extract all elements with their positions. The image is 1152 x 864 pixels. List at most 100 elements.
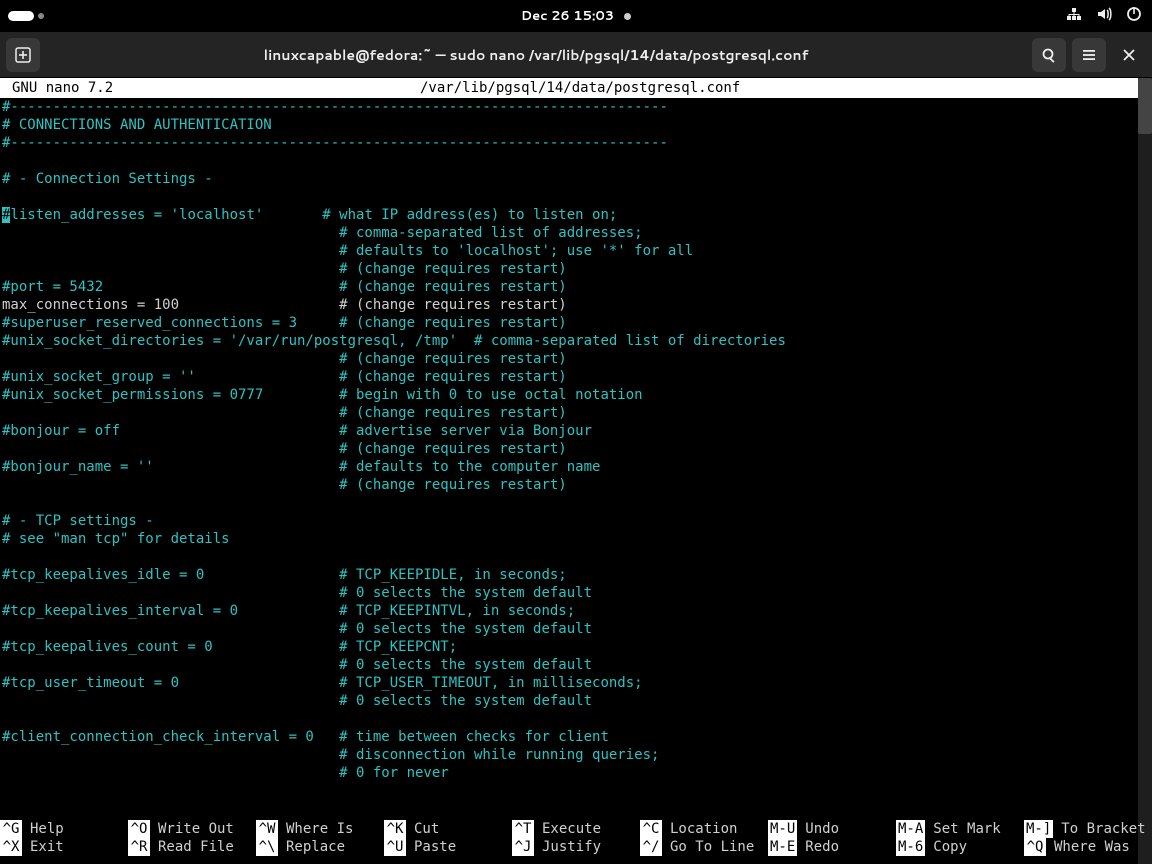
- editor-line: # - Connection Settings -: [2, 170, 1150, 188]
- power-icon[interactable]: [1126, 6, 1142, 27]
- editor-line: #bonjour = off # advertise server via Bo…: [2, 422, 1150, 440]
- shortcut-item: M-6 Copy: [896, 838, 1024, 856]
- shortcut-label: Exit: [30, 838, 64, 856]
- shortcut-key: ^C: [640, 820, 662, 838]
- shortcut-key: ^K: [384, 820, 406, 838]
- clock[interactable]: Dec 26 15:03: [521, 7, 614, 25]
- editor-line: #tcp_keepalives_count = 0 # TCP_KEEPCNT;: [2, 638, 1150, 656]
- shortcut-item: ^K Cut: [384, 820, 512, 838]
- shortcut-label: Paste: [414, 838, 456, 856]
- shortcut-label: Replace: [286, 838, 345, 856]
- editor-line: [2, 494, 1150, 512]
- editor-line: # (change requires restart): [2, 260, 1150, 278]
- editor-line: # (change requires restart): [2, 350, 1150, 368]
- editor-line: #unix_socket_group = '' # (change requir…: [2, 368, 1150, 386]
- shortcut-item: ^O Write Out: [128, 820, 256, 838]
- editor-line: #tcp_keepalives_interval = 0 # TCP_KEEPI…: [2, 602, 1150, 620]
- shortcut-item: ^GHelp: [0, 820, 128, 838]
- editor-line: #superuser_reserved_connections = 3 # (c…: [2, 314, 1150, 332]
- shortcut-item: ^W Where Is: [256, 820, 384, 838]
- scrollbar-thumb[interactable]: [1138, 78, 1152, 134]
- shortcut-key: ^T: [512, 820, 534, 838]
- editor-line: [2, 152, 1150, 170]
- scrollbar[interactable]: [1138, 78, 1152, 864]
- shortcut-item: ^/Go To Line: [640, 838, 768, 856]
- nano-file-path: /var/lib/pgsql/14/data/postgresql.conf: [420, 78, 1152, 98]
- workspace-dot: [38, 13, 44, 19]
- editor-line: # 0 selects the system default: [2, 584, 1150, 602]
- editor-line: # 0 for never: [2, 764, 1150, 782]
- editor-line: #tcp_user_timeout = 0 # TCP_USER_TIMEOUT…: [2, 674, 1150, 692]
- search-button[interactable]: [1032, 38, 1066, 72]
- shortcut-key: M-A: [896, 820, 925, 838]
- nano-app-label: GNU nano 7.2: [0, 78, 420, 98]
- shortcut-item: ^\ Replace: [256, 838, 384, 856]
- editor-line: [2, 710, 1150, 728]
- nano-header: GNU nano 7.2 /var/lib/pgsql/14/data/post…: [0, 78, 1152, 98]
- shortcut-label: Cut: [414, 820, 439, 838]
- shortcut-item: ^C Location: [640, 820, 768, 838]
- editor-line: # comma-separated list of addresses;: [2, 224, 1150, 242]
- shortcut-key: M-6: [896, 838, 925, 856]
- editor-line: # 0 selects the system default: [2, 620, 1150, 638]
- editor-line: #listen_addresses = 'localhost' # what I…: [2, 206, 1150, 224]
- editor-line: #---------------------------------------…: [2, 98, 1150, 116]
- shortcut-item: M-U Undo: [768, 820, 896, 838]
- shortcut-key: ^/: [640, 838, 662, 856]
- shortcut-key: ^J: [512, 838, 534, 856]
- gnome-topbar: Dec 26 15:03: [0, 0, 1152, 32]
- editor-line: # see "man tcp" for details: [2, 530, 1150, 548]
- notification-dot-icon: [624, 13, 631, 20]
- shortcut-item: ^U Paste: [384, 838, 512, 856]
- window-titlebar: linuxcapable@fedora:~ — sudo nano /var/l…: [0, 32, 1152, 78]
- shortcut-label: Where Is: [286, 820, 353, 838]
- shortcut-label: Copy: [933, 838, 967, 856]
- shortcut-label: Write Out: [158, 820, 234, 838]
- shortcut-item: ^R Read File: [128, 838, 256, 856]
- shortcut-key: M-U: [768, 820, 797, 838]
- shortcut-label: To Bracket: [1061, 820, 1145, 838]
- shortcut-item: ^X Exit: [0, 838, 128, 856]
- editor-content[interactable]: #---------------------------------------…: [0, 98, 1152, 782]
- editor-line: [2, 188, 1150, 206]
- editor-line: # 0 selects the system default: [2, 656, 1150, 674]
- shortcut-key: ^X: [0, 838, 22, 856]
- editor-line: #port = 5432 # (change requires restart): [2, 278, 1150, 296]
- editor-line: #unix_socket_directories = '/var/run/pos…: [2, 332, 1150, 350]
- volume-icon[interactable]: [1096, 6, 1112, 27]
- shortcut-label: Where Was: [1054, 838, 1130, 856]
- shortcut-label: Set Mark: [933, 820, 1000, 838]
- editor-line: #---------------------------------------…: [2, 134, 1150, 152]
- shortcut-key: ^Q: [1024, 838, 1046, 856]
- shortcut-key: M-]: [1024, 820, 1053, 838]
- editor-line: #unix_socket_permissions = 0777 # begin …: [2, 386, 1150, 404]
- close-button[interactable]: [1112, 38, 1146, 72]
- editor-line: #bonjour_name = '' # defaults to the com…: [2, 458, 1150, 476]
- shortcut-label: Read File: [158, 838, 234, 856]
- shortcut-key: ^O: [128, 820, 150, 838]
- editor-line: # 0 selects the system default: [2, 692, 1150, 710]
- shortcut-key: ^W: [256, 820, 278, 838]
- editor-line: # (change requires restart): [2, 440, 1150, 458]
- new-tab-button[interactable]: [6, 38, 40, 72]
- shortcut-label: Undo: [805, 820, 839, 838]
- shortcut-item: M-ERedo: [768, 838, 896, 856]
- shortcut-label: Redo: [805, 838, 839, 856]
- menu-button[interactable]: [1072, 38, 1106, 72]
- shortcut-item: ^TExecute: [512, 820, 640, 838]
- shortcut-item: ^J Justify: [512, 838, 640, 856]
- editor-line: # disconnection while running queries;: [2, 746, 1150, 764]
- activities-area[interactable]: [8, 11, 44, 21]
- editor-line: #tcp_keepalives_idle = 0 # TCP_KEEPIDLE,…: [2, 566, 1150, 584]
- editor-line: max_connections = 100 # (change requires…: [2, 296, 1150, 314]
- shortcut-key: ^R: [128, 838, 150, 856]
- shortcut-key: ^\: [256, 838, 278, 856]
- network-icon[interactable]: [1066, 6, 1082, 27]
- shortcut-item: M-] To Bracket: [1024, 820, 1152, 838]
- editor-line: # CONNECTIONS AND AUTHENTICATION: [2, 116, 1150, 134]
- shortcut-label: Location: [670, 820, 737, 838]
- shortcut-label: Justify: [542, 838, 601, 856]
- editor-line: # - TCP settings -: [2, 512, 1150, 530]
- shortcut-item: ^Q Where Was: [1024, 838, 1152, 856]
- shortcut-key: ^U: [384, 838, 406, 856]
